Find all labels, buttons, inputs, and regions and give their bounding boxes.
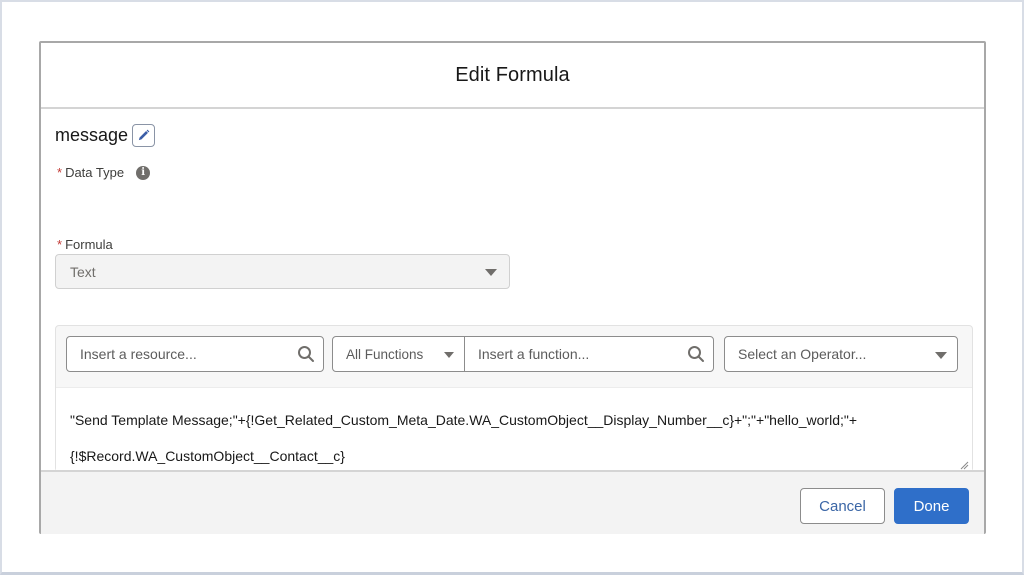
select-operator-dropdown[interactable]: Select an Operator...: [724, 336, 958, 372]
modal-header: Edit Formula: [41, 43, 984, 109]
select-operator-placeholder: Select an Operator...: [738, 346, 867, 362]
edit-formula-modal: Edit Formula message * Data Type i Text …: [39, 41, 986, 534]
formula-editor: Insert a resource... All Functions Inser…: [55, 325, 973, 473]
chevron-down-icon: [935, 352, 947, 359]
resource-name: message: [55, 125, 129, 145]
data-type-value: Text: [70, 263, 96, 280]
insert-function-input[interactable]: Insert a function...: [464, 336, 714, 372]
formula-label: * Formula: [57, 237, 113, 252]
data-type-label-text: Data Type: [65, 165, 125, 180]
cancel-button[interactable]: Cancel: [800, 488, 885, 524]
search-icon: [688, 346, 704, 362]
chevron-down-icon: [485, 269, 497, 276]
formula-label-text: Formula: [65, 237, 113, 252]
insert-resource-placeholder: Insert a resource...: [80, 346, 197, 362]
formula-line-1: "Send Template Message;"+{!Get_Related_C…: [70, 412, 858, 428]
modal-title: Edit Formula: [455, 63, 570, 86]
resource-name-row: message: [55, 124, 156, 147]
pencil-icon: [138, 129, 150, 141]
done-button[interactable]: Done: [894, 488, 969, 524]
data-type-select[interactable]: Text: [55, 254, 510, 289]
info-icon[interactable]: i: [136, 165, 151, 180]
required-marker: *: [57, 237, 63, 252]
search-icon: [298, 346, 314, 362]
insert-function-placeholder: Insert a function...: [478, 346, 590, 362]
modal-body: message * Data Type i Text * Formula Ins…: [41, 109, 984, 521]
resize-handle-icon[interactable]: [960, 461, 969, 470]
insert-resource-input[interactable]: Insert a resource...: [66, 336, 324, 372]
data-type-label: * Data Type i: [57, 165, 151, 180]
required-marker: *: [57, 165, 63, 180]
formula-line-2: {!$Record.WA_CustomObject__Contact__c}: [70, 448, 345, 464]
all-functions-value: All Functions: [346, 346, 424, 362]
modal-footer: Cancel Done: [41, 470, 984, 534]
edit-name-button[interactable]: [132, 124, 156, 147]
chevron-down-icon: [444, 352, 454, 358]
all-functions-select[interactable]: All Functions: [332, 336, 465, 372]
formula-textarea[interactable]: "Send Template Message;"+{!Get_Related_C…: [56, 387, 972, 473]
formula-toolbar: Insert a resource... All Functions Inser…: [56, 326, 972, 387]
